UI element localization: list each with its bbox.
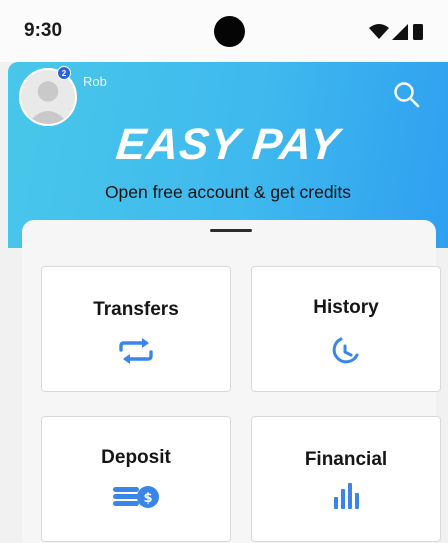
drag-handle[interactable] (210, 229, 252, 232)
notification-badge: 2 (57, 66, 71, 80)
search-button[interactable] (392, 80, 422, 110)
tile-label: History (313, 297, 379, 318)
tile-label: Financial (304, 449, 388, 470)
battery-icon (413, 24, 423, 40)
promo-tagline[interactable]: Open free account & get credits (8, 182, 448, 203)
transfers-tile[interactable]: Transfers (41, 266, 231, 392)
signal-icon (392, 24, 408, 40)
menu-sheet: Transfers History Deposit $ Financial (22, 220, 441, 543)
history-tile[interactable]: History (251, 266, 441, 392)
tile-label: Transfers (93, 299, 179, 320)
coins-dollar-icon: $ (113, 486, 159, 508)
deposit-tile[interactable]: Deposit $ (41, 416, 231, 542)
financial-tile[interactable]: Financial (251, 416, 441, 542)
tile-label: Deposit (101, 447, 171, 468)
app-logo-text: EASY PAY (113, 120, 343, 169)
camera-cutout (214, 16, 245, 47)
bar-chart-icon (334, 483, 359, 509)
search-icon (394, 82, 420, 108)
status-icons (369, 24, 423, 40)
transfer-arrows-icon (119, 338, 153, 364)
svg-text:$: $ (143, 491, 152, 506)
user-name: Rob (83, 74, 107, 89)
status-bar: 9:30 (0, 0, 448, 62)
wifi-icon (369, 24, 389, 39)
history-clock-icon (332, 337, 359, 364)
status-time: 9:30 (24, 20, 63, 41)
